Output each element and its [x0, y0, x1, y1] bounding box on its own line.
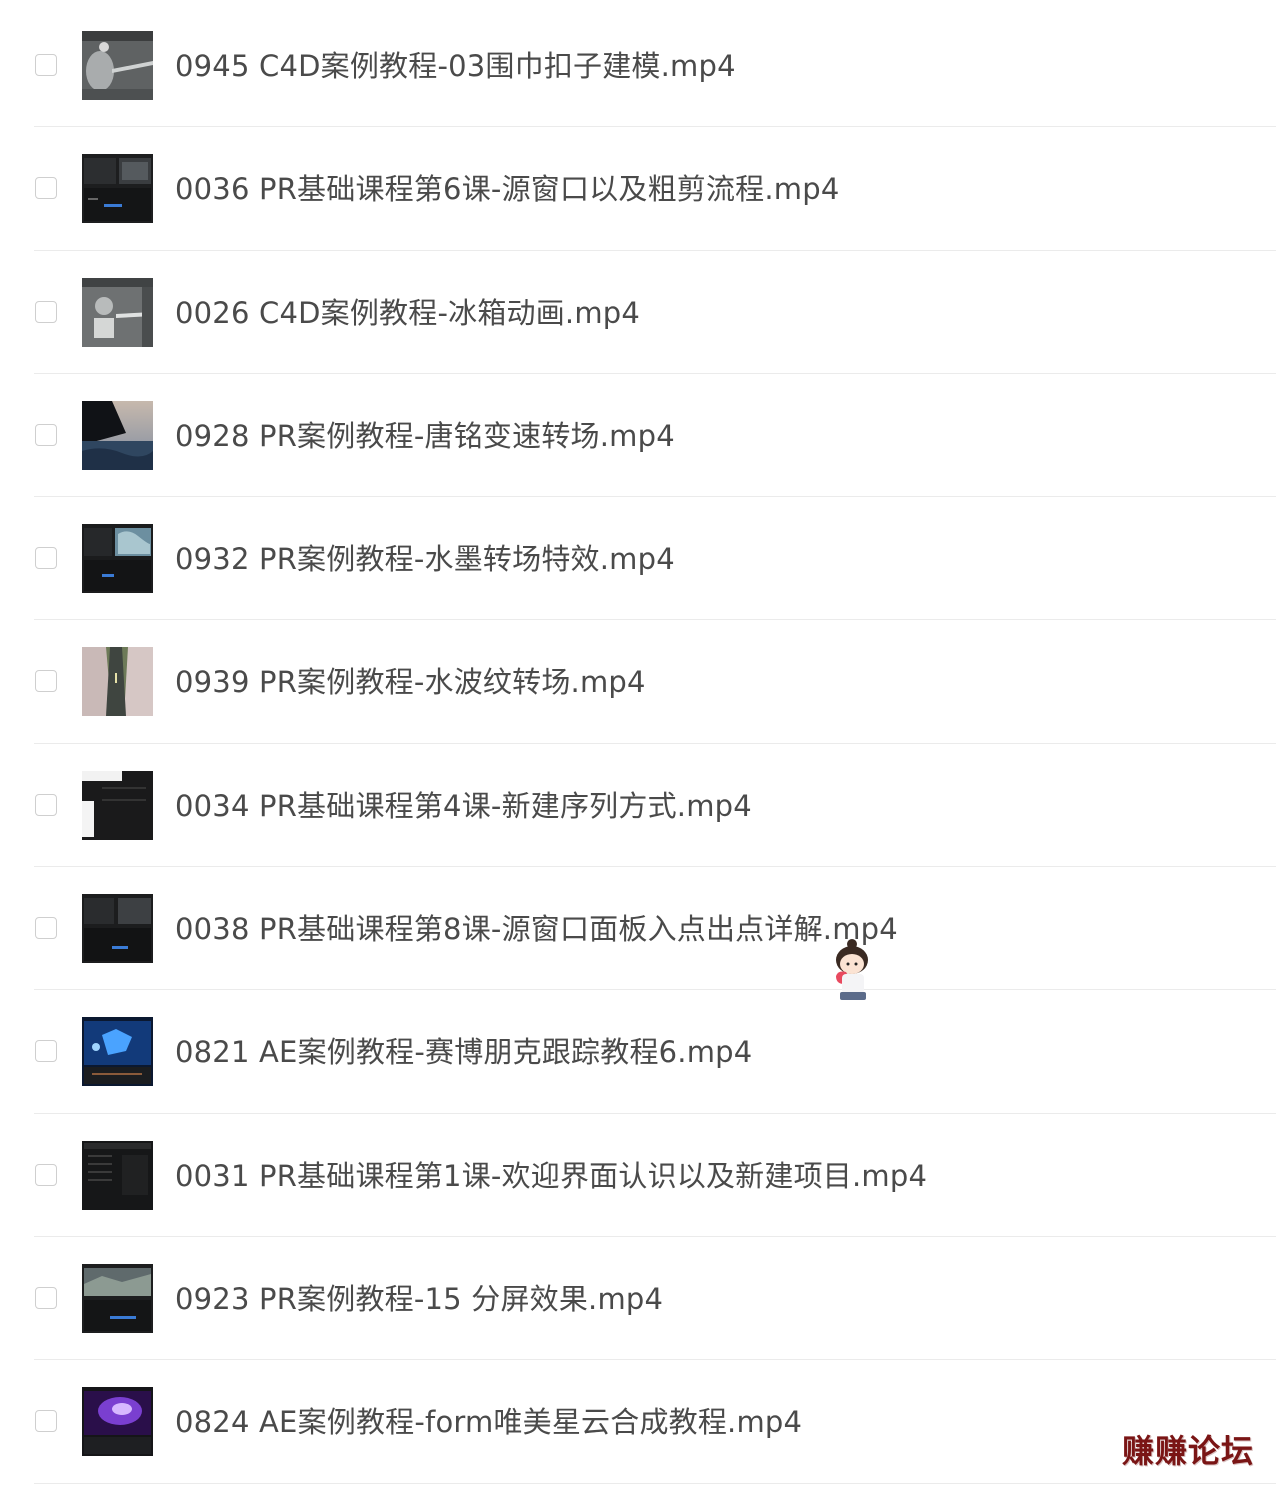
file-name[interactable]: 0038 PR基础课程第8课-源窗口面板入点出点详解.mp4	[175, 909, 898, 949]
nebula-purple-thumbnail[interactable]	[82, 1387, 153, 1457]
premiere-ui-thumbnail[interactable]	[82, 154, 153, 224]
file-row[interactable]: 0038 PR基础课程第8课-源窗口面板入点出点详解.mp4	[0, 867, 1276, 991]
file-row[interactable]: 0928 PR案例教程-唐铭变速转场.mp4	[0, 374, 1276, 498]
cyberpunk-blue-thumbnail[interactable]	[82, 1017, 153, 1087]
file-row[interactable]: 0821 AE案例教程-赛博朋克跟踪教程6.mp4	[0, 990, 1276, 1114]
file-row[interactable]: 0026 C4D案例教程-冰箱动画.mp4	[0, 251, 1276, 375]
file-name[interactable]: 0036 PR基础课程第6课-源窗口以及粗剪流程.mp4	[175, 169, 840, 209]
file-name[interactable]: 0945 C4D案例教程-03围巾扣子建模.mp4	[175, 46, 736, 86]
file-name[interactable]: 0939 PR案例教程-水波纹转场.mp4	[175, 662, 646, 702]
select-checkbox[interactable]	[35, 300, 57, 323]
watermark-text: 赚赚论坛	[1121, 1432, 1254, 1470]
c4d-viewport-thumbnail[interactable]	[82, 277, 153, 347]
file-name[interactable]: 0034 PR基础课程第4课-新建序列方式.mp4	[175, 786, 752, 826]
file-row[interactable]: 0939 PR案例教程-水波纹转场.mp4	[0, 620, 1276, 745]
select-checkbox[interactable]	[35, 54, 57, 76]
file-list: 0945 C4D案例教程-03围巾扣子建模.mp4 0036 PR基础课程第6课…	[0, 4, 1276, 1484]
premiere-dark-thumbnail[interactable]	[82, 1140, 153, 1210]
c4d-viewport-thumbnail[interactable]	[82, 31, 153, 100]
file-row[interactable]: 0036 PR基础课程第6课-源窗口以及粗剪流程.mp4	[0, 127, 1276, 251]
select-checkbox[interactable]	[35, 1410, 57, 1433]
file-name[interactable]: 0821 AE案例教程-赛博朋克跟踪教程6.mp4	[175, 1032, 752, 1072]
premiere-ui-thumbnail[interactable]	[82, 894, 153, 964]
select-checkbox[interactable]	[35, 547, 57, 570]
select-checkbox[interactable]	[35, 917, 57, 940]
file-row[interactable]: 0932 PR案例教程-水墨转场特效.mp4	[0, 497, 1276, 621]
file-row[interactable]: 0923 PR案例教程-15 分屏效果.mp4	[0, 1237, 1276, 1361]
premiere-dark-thumbnail[interactable]	[82, 770, 153, 840]
ocean-scene-thumbnail[interactable]	[82, 400, 153, 470]
premiere-ui-thumbnail[interactable]	[82, 1263, 153, 1333]
file-name[interactable]: 0932 PR案例教程-水墨转场特效.mp4	[175, 539, 675, 579]
select-checkbox[interactable]	[35, 1040, 57, 1063]
file-name[interactable]: 0026 C4D案例教程-冰箱动画.mp4	[175, 293, 640, 333]
cartoon-girl-sticker-icon	[828, 938, 874, 1006]
file-name[interactable]: 0928 PR案例教程-唐铭变速转场.mp4	[175, 416, 675, 456]
select-checkbox[interactable]	[35, 1163, 57, 1186]
file-name[interactable]: 0923 PR案例教程-15 分屏效果.mp4	[175, 1279, 663, 1319]
select-checkbox[interactable]	[35, 423, 57, 446]
file-row[interactable]: 0824 AE案例教程-form唯美星云合成教程.mp4	[0, 1360, 1276, 1484]
select-checkbox[interactable]	[35, 1286, 57, 1309]
select-checkbox[interactable]	[35, 793, 57, 816]
file-name[interactable]: 0824 AE案例教程-form唯美星云合成教程.mp4	[175, 1402, 802, 1442]
road-scene-thumbnail[interactable]	[82, 647, 153, 717]
file-name[interactable]: 0031 PR基础课程第1课-欢迎界面认识以及新建项目.mp4	[175, 1156, 927, 1196]
premiere-ui-thumbnail[interactable]	[82, 524, 153, 594]
file-row[interactable]: 0031 PR基础课程第1课-欢迎界面认识以及新建项目.mp4	[0, 1114, 1276, 1238]
select-checkbox[interactable]	[35, 670, 57, 693]
select-checkbox[interactable]	[35, 177, 57, 200]
file-row[interactable]: 0034 PR基础课程第4课-新建序列方式.mp4	[0, 744, 1276, 868]
file-row[interactable]: 0945 C4D案例教程-03围巾扣子建模.mp4	[0, 4, 1276, 128]
